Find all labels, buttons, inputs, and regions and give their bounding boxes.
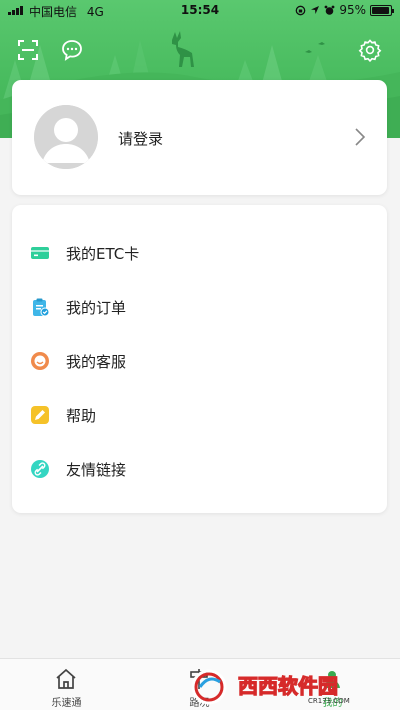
menu-item-links[interactable]: 友情链接	[12, 442, 387, 496]
menu-label-help: 帮助	[66, 406, 97, 425]
menu-label-etc-card: 我的ETC卡	[66, 244, 140, 263]
battery-percent: 95%	[339, 3, 366, 17]
settings-icon	[358, 39, 382, 63]
watermark-title: 西西软件园	[238, 674, 338, 698]
message-icon	[62, 40, 82, 61]
menu-item-customer-service[interactable]: 我的客服	[12, 334, 387, 388]
scan-button[interactable]	[16, 38, 40, 62]
location-icon	[311, 6, 320, 14]
battery-icon	[370, 4, 394, 16]
status-right: 95%	[295, 3, 394, 17]
alarm-icon	[324, 5, 335, 15]
chevron-right-icon[interactable]	[353, 127, 367, 147]
tab-home[interactable]: 乐速通	[0, 659, 133, 710]
avatar[interactable]	[34, 105, 98, 169]
menu-item-etc-card[interactable]: 我的ETC卡	[12, 226, 387, 280]
menu-label-orders: 我的订单	[66, 298, 127, 317]
login-prompt[interactable]: 请登录	[118, 128, 163, 149]
clipboard-icon	[33, 298, 50, 317]
message-button[interactable]	[60, 38, 84, 62]
menu-item-orders[interactable]: 我的订单	[12, 280, 387, 334]
home-icon	[56, 668, 76, 689]
settings-button[interactable]	[358, 38, 382, 63]
card-icon	[31, 247, 49, 259]
pencil-icon	[31, 406, 49, 424]
cr173-watermark-logo: 西西软件园 CR173.COM	[191, 669, 350, 705]
login-card[interactable]: 请登录	[12, 80, 387, 195]
status-bar: 中国电信 4G 15:54 95%	[0, 0, 400, 22]
menu-item-help[interactable]: 帮助	[12, 388, 387, 442]
rotation-lock-icon	[295, 5, 306, 15]
default-avatar-icon	[34, 105, 98, 169]
menu-card: 我的ETC卡 我的订单 我的客服 帮助 友情链接	[12, 205, 387, 513]
menu-label-customer-service: 我的客服	[66, 352, 127, 371]
tab-home-label: 乐速通	[51, 698, 82, 709]
link-icon	[31, 460, 49, 478]
watermark-subtitle: CR173.COM	[308, 697, 350, 705]
service-icon	[31, 352, 49, 370]
menu-label-links: 友情链接	[66, 460, 127, 479]
scan-icon	[18, 40, 38, 60]
